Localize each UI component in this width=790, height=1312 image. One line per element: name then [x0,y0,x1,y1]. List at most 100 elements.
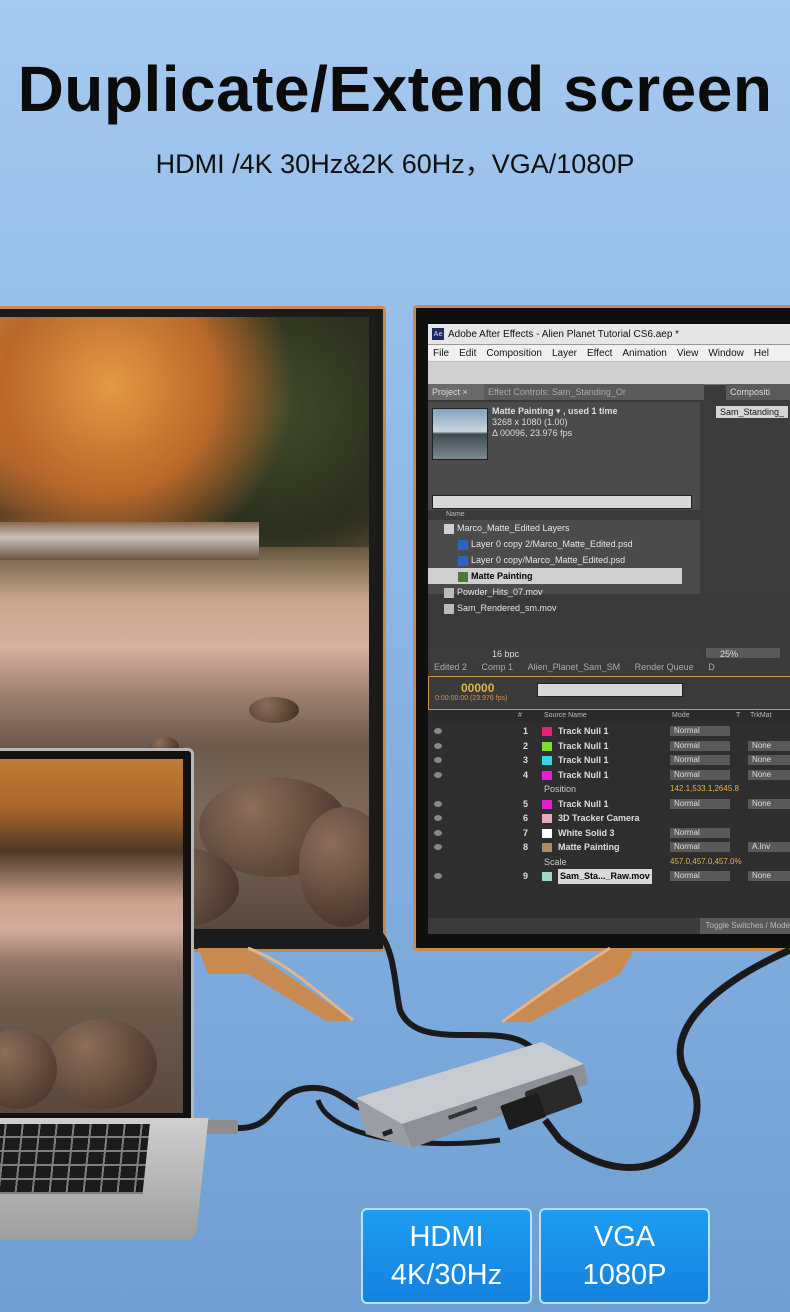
layer-number: 2 [522,740,528,751]
table-row[interactable]: 8 Matte Painting Normal A.Inv [428,840,790,855]
timeline-tabs: Edited 2 Comp 1 Alien_Planet_Sam_SM Rend… [428,658,790,676]
layer-number: 8 [522,842,528,852]
layer-column-headers: # Source Name Mode T TrkMat [428,710,790,722]
table-row[interactable]: 4 Track Null 1 Normal None [428,768,790,783]
visibility-eye-icon[interactable] [434,815,442,821]
list-item-selected[interactable]: Matte Painting [428,568,682,584]
list-item[interactable]: Layer 0 copy 2/Marco_Matte_Edited.psd [428,536,700,552]
layer-name: White Solid 3 [558,827,615,838]
table-row[interactable]: 7 White Solid 3 Normal [428,826,790,841]
layer-color-swatch [542,872,552,881]
hdmi-badge: HDMI 4K/30Hz [361,1208,532,1304]
layer-number: 5 [522,798,528,809]
tab-effect-controls[interactable]: Effect Controls: Sam_Standing_Or [484,384,704,400]
list-item[interactable]: Sam_Rendered_sm.mov [428,600,700,616]
footage-thumbnail [432,408,488,460]
timecode[interactable]: 00000 [461,681,494,695]
mode-select[interactable]: Normal [670,842,730,852]
visibility-eye-icon[interactable] [434,829,442,836]
tab-render-queue[interactable]: Render Queue [629,662,700,672]
table-row[interactable]: 2 Track Null 1 Normal None [428,739,790,754]
mode-select[interactable]: Normal [670,740,730,751]
visibility-eye-icon[interactable] [434,771,442,778]
comp-name[interactable]: Sam_Standing_ [716,406,789,418]
visibility-eye-icon[interactable] [434,742,442,749]
name-column-header[interactable]: Name [428,510,718,520]
menu-view[interactable]: View [672,348,704,359]
property-value[interactable]: 142.1,533.1,2645.8 [670,782,739,797]
window-title: Adobe After Effects - Alien Planet Tutor… [448,328,680,340]
laptop-keyboard-deck [0,1118,209,1240]
visibility-eye-icon[interactable] [434,757,442,763]
list-item[interactable]: Marco_Matte_Edited Layers [428,520,700,536]
layer-property-row[interactable]: Position 142.1,533.1,2645.8 [428,782,790,797]
table-row[interactable]: 9 Sam_Sta..._Raw.mov Normal None [428,869,790,884]
property-value[interactable]: 457.0,457.0,457.0% [670,855,742,870]
timeline-footer: Toggle Switches / Modes [428,918,790,934]
layer-number: 7 [522,827,528,838]
table-row[interactable]: 5 Track Null 1 Normal None [428,797,790,812]
menu-window[interactable]: Window [703,348,749,359]
tab-alien-planet[interactable]: Alien_Planet_Sam_SM [522,662,627,672]
tab-comp-1[interactable]: Comp 1 [476,662,520,672]
headline: Duplicate/Extend screen [17,53,773,125]
trkmat-select[interactable]: None [748,755,790,765]
layer-color-swatch [542,828,552,838]
layer-name: Track Null 1 [558,798,609,809]
mode-select[interactable]: Normal [670,726,730,736]
layer-name: Track Null 1 [558,755,609,765]
menu-edit[interactable]: Edit [454,348,481,359]
mode-select[interactable]: Normal [670,827,730,838]
layer-property-row[interactable]: Scale 457.0,457.0,457.0% [428,855,790,870]
tab-extra[interactable]: D [702,662,721,672]
visibility-eye-icon[interactable] [434,800,442,807]
mode-select[interactable]: Normal [670,871,730,881]
trkmat-select[interactable]: None [748,740,790,751]
menu-layer[interactable]: Layer [547,348,582,359]
toggle-switches-modes-button[interactable]: Toggle Switches / Modes [699,918,790,934]
subheadline: HDMI /4K 30Hz&2K 60Hz，VGA/1080P [155,149,635,179]
menu-effect[interactable]: Effect [582,348,617,359]
layer-number: 1 [522,726,528,736]
timeline-search-input[interactable] [537,683,683,697]
menu-animation[interactable]: Animation [617,348,671,359]
trkmat-select[interactable]: A.Inv [748,842,790,852]
layer-number: 6 [522,813,528,823]
selected-item-name: Matte Painting ▾ , used 1 time [492,406,618,416]
table-row[interactable]: 6 3D Tracker Camera [428,811,790,826]
table-row[interactable]: 3 Track Null 1 Normal None [428,753,790,768]
tab-edited-2[interactable]: Edited 2 [428,662,473,672]
laptop-screen [0,748,194,1124]
menu-help[interactable]: Hel [749,348,774,359]
layer-color-swatch [542,814,552,823]
visibility-eye-icon[interactable] [434,873,442,879]
list-item[interactable]: Powder_Hits_07.mov [428,584,700,600]
tab-project[interactable]: Project × [428,384,484,400]
trkmat-select[interactable]: None [748,871,790,881]
layer-color-swatch [542,741,552,751]
list-item[interactable]: Layer 0 copy/Marco_Matte_Edited.psd [428,552,700,568]
autumn-foliage [0,317,369,547]
hdmi-badge-title: HDMI [409,1221,484,1253]
project-search-input[interactable] [432,495,692,509]
trkmat-select[interactable]: None [748,798,790,809]
rock [47,1019,157,1109]
tools-toolbar[interactable] [428,362,790,385]
selected-item-duration: Δ 00096, 23.976 fps [492,428,573,438]
after-effects-logo-icon: Ae [432,328,444,340]
selected-item-info: Matte Painting ▾ , used 1 time 3268 x 10… [492,406,618,439]
tab-composition[interactable]: Compositi [726,384,790,400]
mode-select[interactable]: Normal [670,755,730,765]
window-titlebar: Ae Adobe After Effects - Alien Planet Tu… [428,324,790,345]
mode-select[interactable]: Normal [670,798,730,809]
waterfall [0,522,259,560]
rock [0,1029,57,1109]
after-effects-window: Ae Adobe After Effects - Alien Planet Tu… [428,324,790,934]
menu-composition[interactable]: Composition [481,348,547,359]
table-row[interactable]: 1 Track Null 1 Normal [428,724,790,739]
visibility-eye-icon[interactable] [434,844,442,850]
menu-file[interactable]: File [428,348,454,359]
mode-select[interactable]: Normal [670,769,730,780]
trkmat-select[interactable]: None [748,769,790,780]
visibility-eye-icon[interactable] [434,728,442,734]
